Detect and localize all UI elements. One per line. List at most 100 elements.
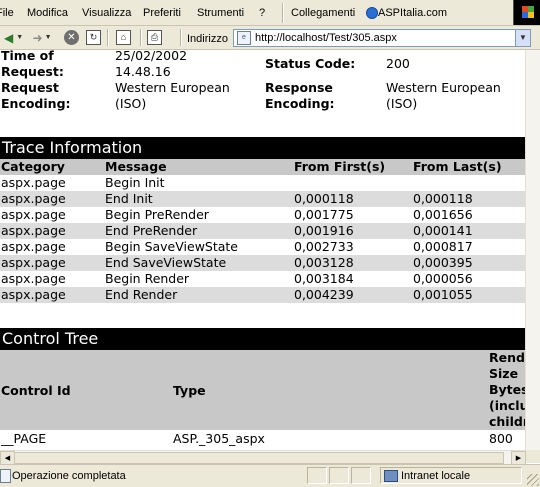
trace-row: aspx.page Begin SaveViewState 0,002733 0… <box>0 239 526 255</box>
trace-row: aspx.page End Render 0,004239 0,001055 <box>0 287 526 303</box>
trace-row: aspx.page Begin Render 0,003184 0,000056 <box>0 271 526 287</box>
menu-preferiti[interactable]: Preferiti <box>143 7 181 19</box>
trace-from-first: 0,001916 <box>294 223 354 238</box>
control-tree-type: ASP._305_aspx <box>173 431 265 446</box>
control-tree-col-size-line: Bytes <box>489 382 526 397</box>
toolbar: ◀ ▼ ➜ ▼ ✕ ↻ ⌂ ⎙ Indirizzo e http://local… <box>0 26 540 50</box>
trace-from-last: 0,001055 <box>413 287 473 302</box>
status-pane <box>329 467 349 484</box>
forward-arrow-icon: ➜ <box>32 30 43 45</box>
trace-row: aspx.page End PreRender 0,001916 0,00014… <box>0 223 526 239</box>
trace-col-category: Category <box>1 159 65 174</box>
status-pane <box>351 467 371 484</box>
trace-message: Begin PreRender <box>105 207 209 222</box>
trace-table: Category Message From First(s) From Last… <box>0 159 526 303</box>
scroll-left-icon[interactable]: ◀ <box>0 451 15 465</box>
trace-from-first: 0,004239 <box>294 287 354 302</box>
forward-button[interactable]: ➜ ▼ <box>29 29 55 46</box>
resize-grip-icon[interactable] <box>527 474 539 486</box>
control-tree-section-title: Control Tree <box>0 328 526 350</box>
status-text: Operazione completata <box>12 470 126 482</box>
control-tree-size: 800 <box>489 431 513 446</box>
trace-message: Begin Render <box>105 271 190 286</box>
trace-from-first: 0,003128 <box>294 255 354 270</box>
trace-from-first: 0,002733 <box>294 239 354 254</box>
back-dropdown-icon: ▼ <box>16 34 24 41</box>
control-tree-col-size-line: (includ <box>489 398 526 413</box>
trace-row: aspx.page End Init 0,000118 0,000118 <box>0 191 526 207</box>
links-aspitalia[interactable]: ASPItalia.com <box>366 7 448 19</box>
horizontal-scroll-thumb[interactable] <box>14 452 504 464</box>
address-dropdown-icon[interactable]: ▼ <box>515 30 530 46</box>
refresh-icon: ↻ <box>86 30 101 45</box>
scroll-corner <box>526 450 540 463</box>
back-arrow-icon: ◀ <box>4 30 14 45</box>
response-encoding-value-1: Western European <box>386 80 501 95</box>
status-pane <box>307 467 327 484</box>
toolbar-separator <box>107 29 109 46</box>
home-button[interactable]: ⌂ <box>115 29 132 46</box>
status-bar: Operazione completata Intranet locale <box>0 464 540 487</box>
request-details: Time of Request: 25/02/2002 14.48.16 Sta… <box>0 50 526 116</box>
zone-text: Intranet locale <box>401 470 471 482</box>
request-encoding-value-2: (ISO) <box>115 96 147 111</box>
links-aspitalia-label: ASPItalia.com <box>378 7 448 19</box>
control-tree-header-row: Control Id Type Render Size Bytes (inclu… <box>0 350 526 430</box>
control-tree-id: __PAGE <box>1 431 47 446</box>
toolbar-separator-2 <box>140 29 142 46</box>
trace-message: End Render <box>105 287 178 302</box>
menu-file[interactable]: File <box>0 7 14 19</box>
address-url[interactable]: http://localhost/Test/305.aspx <box>255 32 397 44</box>
trace-category: aspx.page <box>1 271 66 286</box>
stop-button[interactable]: ✕ <box>63 29 80 46</box>
address-label: Indirizzo <box>187 33 228 45</box>
menu-bar: File Modifica Visualizza Preferiti Strum… <box>0 0 540 26</box>
response-encoding-value-2: (ISO) <box>386 96 418 111</box>
menu-visualizza[interactable]: Visualizza <box>82 7 131 19</box>
trace-message: End Init <box>105 191 153 206</box>
request-encoding-label-2: Encoding: <box>1 96 71 111</box>
trace-from-last: 0,000395 <box>413 255 473 270</box>
time-value-time: 14.48.16 <box>115 64 171 79</box>
trace-row: aspx.page Begin Init <box>0 175 526 191</box>
trace-category: aspx.page <box>1 287 66 302</box>
page-viewport: Time of Request: 25/02/2002 14.48.16 Sta… <box>0 50 526 463</box>
trace-from-last: 0,000056 <box>413 271 473 286</box>
trace-category: aspx.page <box>1 207 66 222</box>
page-done-icon <box>0 469 11 483</box>
windows-flag-icon <box>522 6 534 18</box>
trace-message: End PreRender <box>105 223 198 238</box>
trace-section-title: Trace Information <box>0 137 526 159</box>
status-code-value: 200 <box>386 56 410 71</box>
print-button[interactable]: ⎙ <box>146 29 163 46</box>
horizontal-scrollbar[interactable]: ◀ ▶ <box>0 450 526 465</box>
toolbar-separator-3 <box>180 29 182 46</box>
trace-category: aspx.page <box>1 239 66 254</box>
print-icon: ⎙ <box>147 30 162 45</box>
trace-category: aspx.page <box>1 191 66 206</box>
trace-from-first: 0,000118 <box>294 191 354 206</box>
control-tree-row: __PAGE ASP._305_aspx 800 <box>0 431 526 447</box>
vertical-scrollbar[interactable] <box>525 50 540 450</box>
control-tree-col-size-line: Render <box>489 350 526 365</box>
trace-col-message: Message <box>105 159 167 174</box>
trace-col-from-last: From Last(s) <box>413 159 502 174</box>
menu-modifica[interactable]: Modifica <box>27 7 68 19</box>
time-label-2: Request: <box>1 64 64 79</box>
response-encoding-label-2: Encoding: <box>265 96 335 111</box>
refresh-button[interactable]: ↻ <box>85 29 102 46</box>
address-bar[interactable]: e http://localhost/Test/305.aspx ▼ <box>233 29 531 47</box>
stop-icon: ✕ <box>64 30 79 45</box>
scroll-right-icon[interactable]: ▶ <box>511 451 526 465</box>
control-tree-col-size-line: Size <box>489 366 519 381</box>
menu-help[interactable]: ? <box>259 7 265 19</box>
menu-strumenti[interactable]: Strumenti <box>197 7 244 19</box>
request-encoding-value-1: Western European <box>115 80 230 95</box>
trace-row: aspx.page End SaveViewState 0,003128 0,0… <box>0 255 526 271</box>
trace-from-last: 0,000141 <box>413 223 473 238</box>
trace-message: End SaveViewState <box>105 255 227 270</box>
trace-from-first: 0,001775 <box>294 207 354 222</box>
page-icon: e <box>237 31 251 45</box>
links-label: Collegamenti <box>291 7 356 19</box>
trace-message: Begin Init <box>105 175 165 190</box>
